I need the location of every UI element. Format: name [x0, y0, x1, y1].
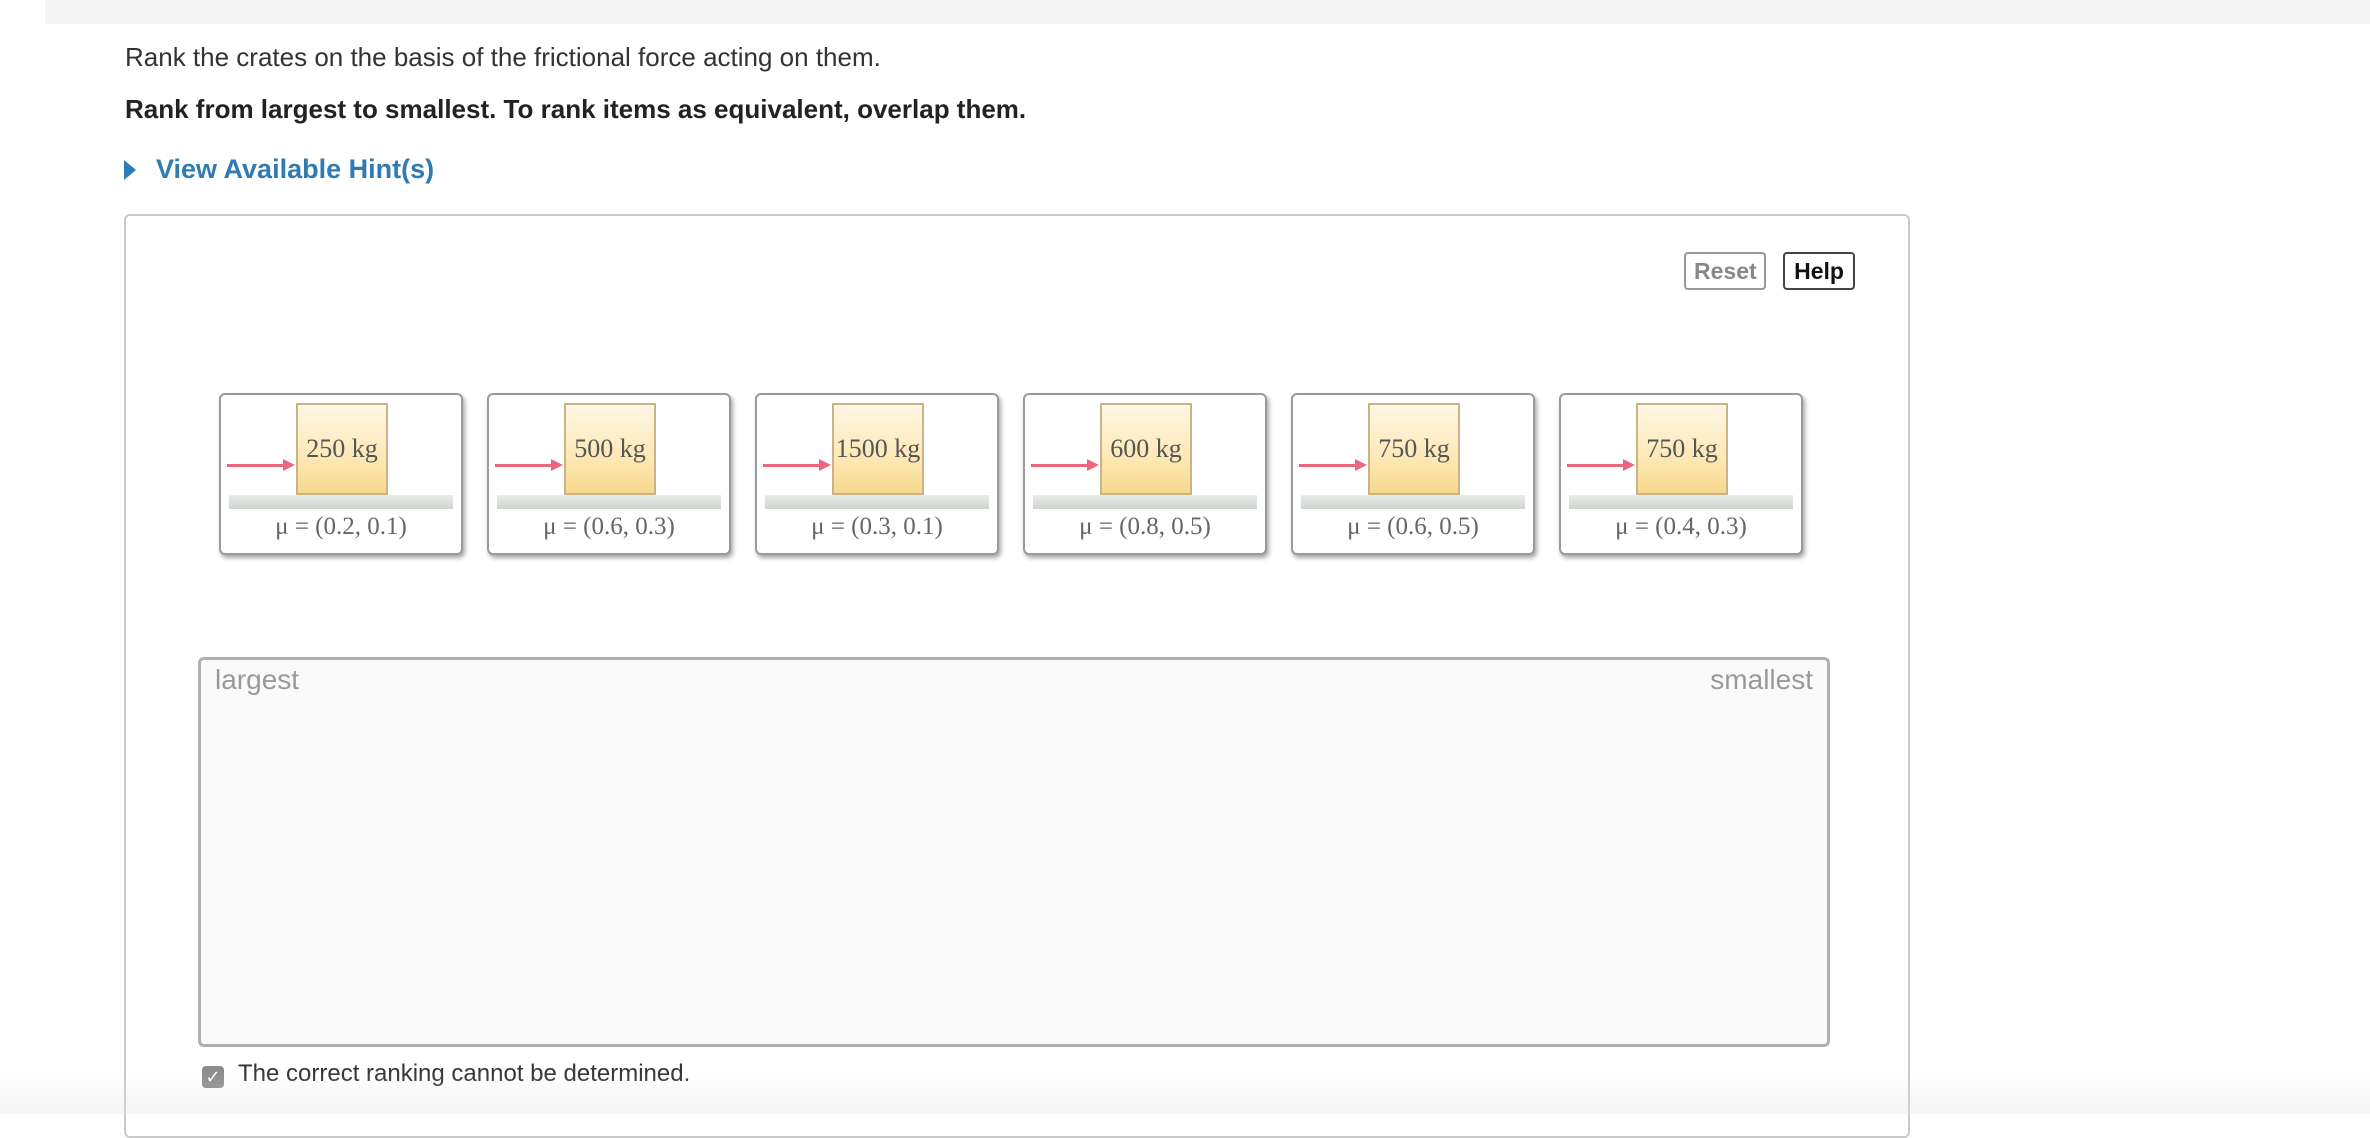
help-button[interactable]: Help	[1783, 252, 1855, 290]
crate-mass: 1500 kg	[832, 403, 924, 495]
friction-coefficients: μ = (0.4, 0.3)	[1615, 513, 1747, 540]
caret-right-icon	[124, 159, 136, 180]
push-arrow-icon	[1031, 464, 1089, 467]
top-bar	[45, 0, 2370, 24]
crate-card-5[interactable]: 750 kg μ = (0.6, 0.5)	[1291, 393, 1535, 555]
smallest-label: smallest	[1710, 664, 1813, 695]
floor	[229, 495, 453, 509]
friction-coefficients: μ = (0.6, 0.3)	[543, 513, 675, 540]
arrow-head-icon	[1623, 459, 1635, 471]
largest-label: largest	[215, 664, 300, 695]
arrow-head-icon	[819, 459, 831, 471]
push-arrow-icon	[227, 464, 285, 467]
floor	[765, 495, 989, 509]
checkmark-icon[interactable]: ✓	[202, 1066, 224, 1088]
friction-coefficients: μ = (0.3, 0.1)	[811, 513, 943, 540]
friction-coefficients: μ = (0.6, 0.5)	[1347, 513, 1479, 540]
floor	[1569, 495, 1793, 509]
push-arrow-icon	[1299, 464, 1357, 467]
cannot-determine-label: The correct ranking cannot be determined…	[238, 1060, 691, 1087]
push-arrow-icon	[495, 464, 553, 467]
push-arrow-icon	[763, 464, 821, 467]
crate-mass: 500 kg	[564, 403, 656, 495]
reset-button[interactable]: Reset	[1684, 252, 1766, 290]
crate-card-4[interactable]: 600 kg μ = (0.8, 0.5)	[1023, 393, 1267, 555]
crate-card-2[interactable]: 500 kg μ = (0.6, 0.3)	[487, 393, 731, 555]
arrow-head-icon	[283, 459, 295, 471]
crate-mass: 600 kg	[1100, 403, 1192, 495]
arrow-head-icon	[1355, 459, 1367, 471]
floor	[1033, 495, 1257, 509]
crate-mass: 250 kg	[296, 403, 388, 495]
arrow-head-icon	[551, 459, 563, 471]
view-hints-label: View Available Hint(s)	[156, 154, 435, 184]
cannot-determine-option[interactable]: ✓ The correct ranking cannot be determin…	[202, 1060, 690, 1088]
floor	[1301, 495, 1525, 509]
crate-card-6[interactable]: 750 kg μ = (0.4, 0.3)	[1559, 393, 1803, 555]
question-prompt: Rank the crates on the basis of the fric…	[125, 42, 881, 72]
friction-coefficients: μ = (0.2, 0.1)	[275, 513, 407, 540]
ranking-drop-zone[interactable]: largest smallest	[198, 657, 1830, 1047]
question-instruction: Rank from largest to smallest. To rank i…	[125, 94, 1027, 124]
crate-mass: 750 kg	[1636, 403, 1728, 495]
crate-card-1[interactable]: 250 kg μ = (0.2, 0.1)	[219, 393, 463, 555]
floor	[497, 495, 721, 509]
push-arrow-icon	[1567, 464, 1625, 467]
arrow-head-icon	[1087, 459, 1099, 471]
crate-mass: 750 kg	[1368, 403, 1460, 495]
crate-card-3[interactable]: 1500 kg μ = (0.3, 0.1)	[755, 393, 999, 555]
friction-coefficients: μ = (0.8, 0.5)	[1079, 513, 1211, 540]
view-hints-link[interactable]: View Available Hint(s)	[124, 154, 434, 185]
